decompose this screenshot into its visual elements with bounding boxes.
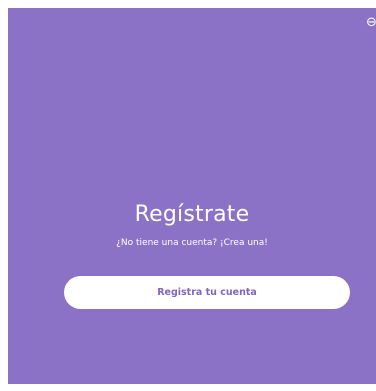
register-account-button[interactable]: Registra tu cuenta: [64, 276, 350, 309]
register-panel: [8, 8, 376, 384]
screen: ⊖ Regístrate ¿No tiene una cuenta? ¡Crea…: [0, 0, 376, 391]
register-title: Regístrate: [134, 202, 250, 227]
register-subtitle: ¿No tiene una cuenta? ¡Crea una!: [116, 238, 268, 248]
partial-icon-at-edge[interactable]: ⊖: [366, 16, 376, 30]
